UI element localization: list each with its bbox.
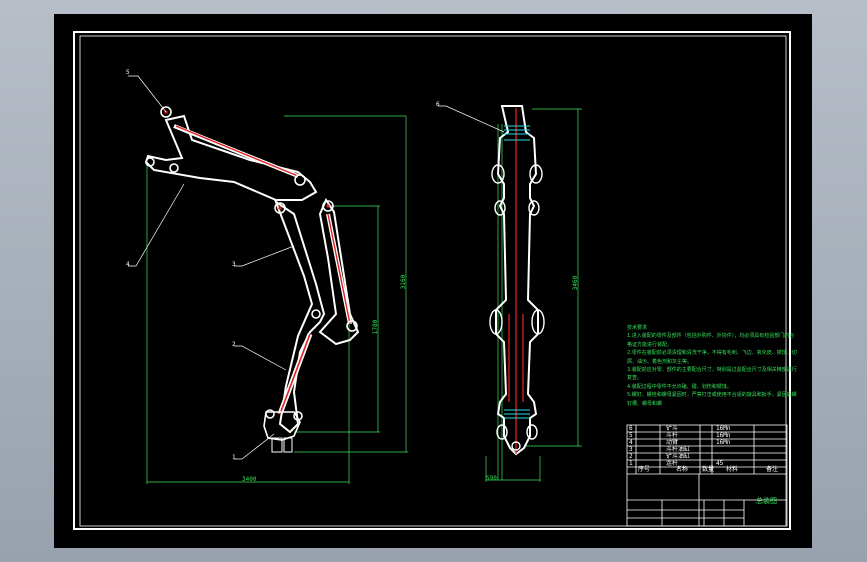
requirement-line: 屑、油污、着色剂和灰尘等。 bbox=[627, 358, 693, 365]
stick-outline bbox=[273, 199, 326, 434]
boom-outline bbox=[144, 114, 318, 201]
dimension-width: 3400 bbox=[242, 476, 257, 483]
requirement-line: 2.零件在装配前必须清理和清洗干净，不得有毛刺、飞边、氧化皮、锈蚀、切 bbox=[627, 350, 797, 357]
technical-requirements-heading: 技术要求 bbox=[627, 325, 648, 331]
parts-row-cell: 1 bbox=[629, 460, 633, 467]
callout-6: 6 bbox=[436, 101, 440, 108]
requirement-line: 格证方能进行装配。 bbox=[627, 341, 673, 348]
requirement-line: 3.装配前应对零、部件的主要配合尺寸，特别是过盈配合尺寸及相关精度进行 bbox=[627, 367, 797, 374]
dimension-side-width: 590 bbox=[486, 475, 497, 482]
drawing-name: 总装图 bbox=[756, 497, 777, 505]
callout-3: 3 bbox=[232, 261, 236, 268]
callout-2: 2 bbox=[232, 341, 236, 348]
callout-4: 4 bbox=[126, 261, 130, 268]
parts-row-cell: 16Mn bbox=[716, 439, 731, 446]
header-cell-remarks: 备注 bbox=[766, 466, 779, 473]
dimension-height-inner: 1780 bbox=[372, 319, 380, 335]
header-cell-material: 材料 bbox=[726, 466, 739, 473]
technical-requirements: 技术要求 1.进入装配的零件及部件（包括外购件、外协件），均必须具有检验部门的合… bbox=[627, 324, 809, 408]
callout-5: 5 bbox=[126, 69, 130, 76]
callout-1: 1 bbox=[232, 454, 236, 461]
header-cell-index: 序号 bbox=[638, 466, 651, 473]
requirement-line: 钉槽、螺母和螺 bbox=[627, 400, 663, 407]
parts-row-cell: 45 bbox=[716, 460, 724, 467]
header-cell-qty: 数量 bbox=[702, 466, 715, 473]
side-view bbox=[438, 105, 582, 482]
requirement-line: 复查。 bbox=[627, 375, 643, 382]
dimension-height-outer: 3160 bbox=[400, 274, 408, 290]
header-cell-name: 名称 bbox=[676, 466, 689, 473]
requirement-line: 1.进入装配的零件及部件（包括外购件、外协件），均必须具有检验部门的合 bbox=[627, 333, 795, 340]
requirement-line: 4.装配过程中零件不允许磕、碰、划伤和锈蚀。 bbox=[627, 383, 732, 390]
excavator-arm-assembly-drawing bbox=[73, 31, 791, 530]
dimension-side-height: 3460 bbox=[572, 275, 580, 291]
title-block-grid bbox=[626, 424, 788, 527]
requirement-line: 5.螺钉、螺栓和螺母紧固时，严禁打击或使用不合适的旋具和扳手。紧固后螺 bbox=[627, 392, 797, 399]
front-view bbox=[128, 75, 408, 484]
cad-drawing-sheet: 5 4 3 2 1 6 3400 3160 1780 3460 590 技术要求… bbox=[54, 14, 812, 548]
